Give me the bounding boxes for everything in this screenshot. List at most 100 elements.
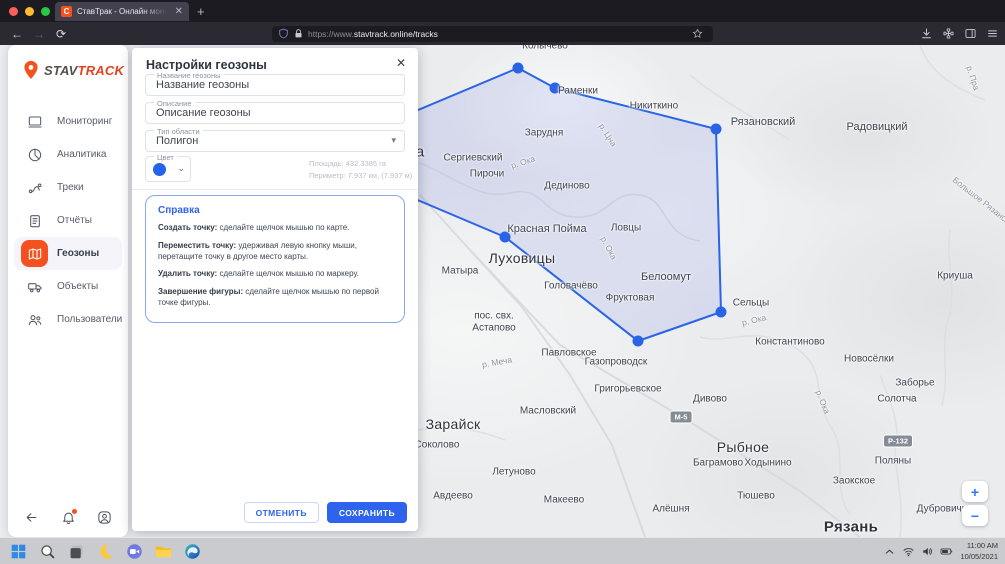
help-item: Переместить точку: удерживая левую кнопк…: [158, 241, 392, 263]
sidebar-menu: МониторингАналитикаТреки Отчёты Геозоны Объ…: [8, 105, 128, 336]
downloads-icon[interactable]: [920, 27, 933, 40]
close-window-icon[interactable]: [9, 7, 18, 16]
content-area: КолычевоРаменкиНикиткиноЗарудняКоломнаСе…: [0, 45, 1005, 537]
profile-icon[interactable]: [97, 510, 112, 525]
map-label: Радовицкий: [846, 121, 907, 133]
map-label: Рыбное: [717, 439, 770, 455]
browser-toolbar: ← → ⟳ https://www.stavtrack.online/track…: [0, 22, 1005, 45]
map-label: Сергиевский: [444, 153, 503, 164]
reports-icon: [27, 213, 43, 229]
map-label: Сельцы: [733, 298, 769, 309]
task-view-icon[interactable]: [68, 543, 85, 560]
help-item: Удалить точку: сделайте щелчок мышью по …: [158, 269, 392, 280]
help-box: Справка Создать точку: сделайте щелчок м…: [145, 195, 405, 323]
map-label: Криуша: [937, 271, 973, 282]
help-list: Создать точку: сделайте щелчок мышью по …: [158, 223, 392, 309]
back-icon[interactable]: ←: [6, 27, 28, 41]
file-explorer-icon[interactable]: [155, 543, 172, 560]
map-label: Головачёво: [544, 281, 598, 292]
cancel-button[interactable]: ОТМЕНИТЬ: [244, 502, 319, 523]
chat-icon[interactable]: [126, 543, 143, 560]
map-label: Соколово: [415, 440, 460, 451]
taskbar-clock[interactable]: 11:00 AM 10/05/2021: [960, 541, 998, 562]
sidebar-item-analytics[interactable]: Аналитика: [14, 138, 122, 171]
browser-tab[interactable]: С СтавТрак - Онлайн мониторин ✕: [55, 2, 189, 21]
map-label: Летуново: [492, 467, 535, 478]
geozone-name-field[interactable]: Название геозоны Название геозоны: [145, 74, 405, 96]
map-label: Константиново: [755, 337, 824, 348]
sidebar-item-reports[interactable]: Отчёты: [14, 204, 122, 237]
map-label: Заборье: [895, 378, 934, 389]
sidebar-item-label: Пользователи: [57, 314, 122, 325]
map-label: Пирочи: [470, 169, 504, 180]
geozone-description-label: Описание: [154, 99, 195, 108]
chevron-up-icon[interactable]: [883, 545, 896, 558]
map-zoom-in-button[interactable]: +: [962, 481, 988, 502]
url-bar[interactable]: https://www.stavtrack.online/tracks: [272, 26, 713, 42]
sidebar-item-users[interactable]: Пользователи: [14, 303, 122, 336]
sidebar-bottom: [8, 510, 128, 525]
battery-icon[interactable]: [940, 545, 953, 558]
area-value: Площадь: 432.3385 га: [309, 158, 412, 170]
geozone-description-field[interactable]: Описание Описание геозоны: [145, 102, 405, 124]
save-button[interactable]: СОХРАНИТЬ: [327, 502, 407, 523]
panel-close-icon[interactable]: ✕: [396, 57, 406, 69]
windows-start-icon[interactable]: [10, 543, 27, 560]
chevron-down-icon: ⌄: [177, 163, 185, 174]
map-label: Зарайск: [426, 416, 481, 432]
edge-icon[interactable]: [184, 543, 201, 560]
forward-icon[interactable]: →: [28, 27, 50, 41]
tracking-shield-icon[interactable]: [278, 28, 289, 39]
color-picker[interactable]: Цвет ⌄: [145, 156, 191, 182]
reload-icon[interactable]: ⟳: [50, 27, 72, 41]
map-label: Дединово: [544, 181, 589, 192]
map-label: Матыра: [442, 266, 479, 277]
sidebar-item-label: Отчёты: [57, 215, 92, 226]
tracks-icon: [27, 180, 43, 196]
sidebar-item-tracks[interactable]: Треки: [14, 171, 122, 204]
area-type-select[interactable]: Тип области Полигон ▾: [145, 130, 405, 152]
map-label: р. Цна: [597, 122, 619, 149]
map-label: Масловский: [520, 406, 576, 417]
map-zoom-out-button[interactable]: −: [962, 505, 988, 526]
maximize-window-icon[interactable]: [41, 7, 50, 16]
wifi-icon[interactable]: [902, 545, 915, 558]
monitor-icon: [27, 114, 43, 130]
map-label: Новосёлки: [844, 354, 894, 365]
speaker-icon[interactable]: [921, 545, 934, 558]
bookmark-star-icon[interactable]: [692, 28, 703, 39]
help-item: Создать точку: сделайте щелчок мышью по …: [158, 223, 392, 234]
stavtrack-favicon: С: [61, 6, 72, 17]
sidebar-toggle-icon[interactable]: [964, 27, 977, 40]
sidebar-item-geozones[interactable]: Геозоны: [14, 237, 122, 270]
extensions-icon[interactable]: [942, 27, 955, 40]
map-label: Ловцы: [611, 223, 641, 234]
map-label: Рязань: [824, 519, 878, 536]
sidebar-item-monitoring[interactable]: Мониторинг: [14, 105, 122, 138]
geozone-settings-panel: Настройки геозоны ✕ Название геозоны Наз…: [132, 48, 418, 531]
users-icon: [27, 312, 43, 328]
lock-icon[interactable]: [293, 28, 304, 39]
new-tab-icon[interactable]: +: [197, 3, 205, 20]
road-badge: М-5: [670, 411, 693, 424]
objects-icon: [27, 279, 43, 295]
menu-icon[interactable]: [986, 27, 999, 40]
map-label: Большое Рязанское: [951, 175, 1005, 232]
window-controls[interactable]: [9, 7, 50, 16]
map-label: р. Ока: [510, 153, 537, 170]
notifications-bell-icon[interactable]: [61, 510, 76, 525]
sidebar-item-label: Объекты: [57, 281, 98, 292]
stavtrack-logo-icon: [20, 59, 42, 81]
tab-close-icon[interactable]: ✕: [175, 7, 183, 17]
map-label: Авдеево: [433, 491, 473, 502]
collapse-sidebar-icon[interactable]: [24, 510, 39, 525]
minimize-window-icon[interactable]: [25, 7, 34, 16]
color-swatch[interactable]: [153, 163, 166, 176]
map-label: р. Ока: [814, 389, 833, 416]
map-label: Баграмово: [693, 458, 743, 469]
moon-icon[interactable]: [97, 543, 114, 560]
sidebar-item-objects[interactable]: Объекты: [14, 270, 122, 303]
search-icon[interactable]: [39, 543, 56, 560]
divider: [132, 189, 418, 190]
notification-dot: [72, 509, 77, 514]
